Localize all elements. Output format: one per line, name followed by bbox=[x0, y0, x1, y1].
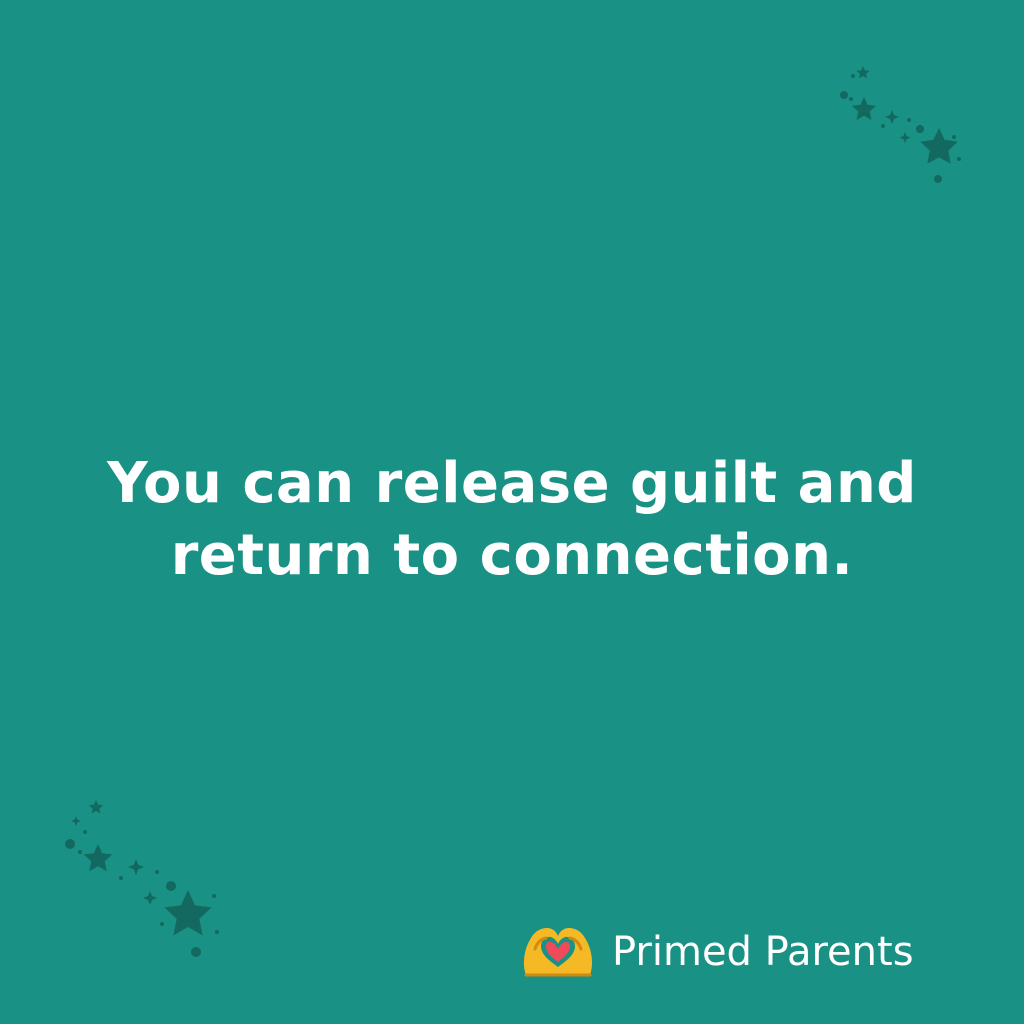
quote-text: You can release guilt and return to conn… bbox=[0, 448, 1024, 592]
star-cluster-icon bbox=[840, 66, 961, 183]
brand-signature: Primed Parents bbox=[520, 922, 914, 982]
star-cluster-icon bbox=[65, 800, 219, 957]
brand-name: Primed Parents bbox=[612, 929, 914, 975]
quote-line-1: You can release guilt and bbox=[107, 451, 917, 516]
quote-line-2: return to connection. bbox=[170, 523, 854, 588]
heart-hands-icon bbox=[523, 928, 593, 977]
